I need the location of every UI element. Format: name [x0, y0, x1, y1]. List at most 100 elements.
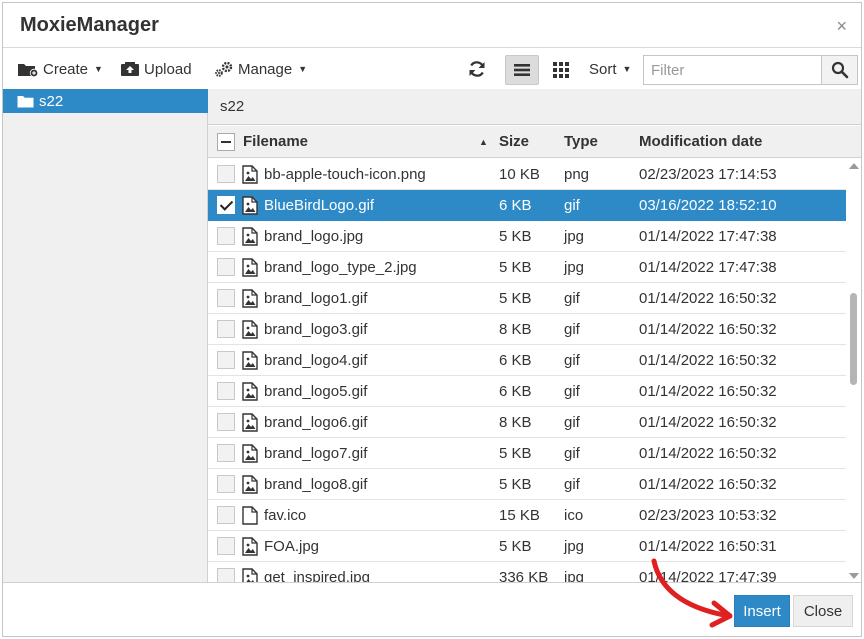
- row-checkbox[interactable]: [217, 196, 235, 214]
- file-size: 6 KB: [499, 197, 532, 214]
- row-checkbox[interactable]: [217, 227, 235, 245]
- table-row[interactable]: brand_logo_type_2.jpg 5 KB jpg 01/14/2022 1…: [208, 252, 846, 283]
- dialog-title: MoxieManager: [20, 14, 159, 36]
- file-name[interactable]: brand_logo4.gif: [264, 352, 367, 369]
- row-checkbox[interactable]: [217, 258, 235, 276]
- image-file-icon: [242, 289, 258, 308]
- table-row[interactable]: brand_logo7.gif 5 KB gif 01/14/2022 16:50:3…: [208, 438, 846, 469]
- table-row[interactable]: BlueBirdLogo.gif 6 KB gif 03/16/2022 18:52:…: [208, 190, 846, 221]
- file-name[interactable]: brand_logo6.gif: [264, 414, 367, 431]
- list-view-button[interactable]: [505, 55, 539, 85]
- file-size: 10 KB: [499, 166, 540, 183]
- file-date: 01/14/2022 16:50:32: [639, 383, 777, 400]
- image-file-icon: [242, 351, 258, 370]
- file-date: 02/23/2023 10:53:32: [639, 507, 777, 524]
- table-row[interactable]: brand_logo.jpg 5 KB jpg 01/14/2022 17:47:38: [208, 221, 846, 252]
- search-icon: [831, 61, 848, 79]
- row-checkbox[interactable]: [217, 413, 235, 431]
- create-button[interactable]: Create ▼: [17, 49, 103, 89]
- file-date: 02/23/2023 17:14:53: [639, 166, 777, 183]
- column-header-type[interactable]: Type: [564, 133, 598, 150]
- row-checkbox[interactable]: [217, 568, 235, 582]
- table-row[interactable]: fav.ico 15 KB ico 02/23/2023 10:53:32: [208, 500, 846, 531]
- folder-tree: s22: [3, 89, 208, 582]
- row-checkbox[interactable]: [217, 444, 235, 462]
- row-checkbox[interactable]: [217, 351, 235, 369]
- select-all-checkbox[interactable]: [217, 133, 235, 151]
- file-size: 6 KB: [499, 383, 532, 400]
- sort-ascending-icon: ▲: [479, 137, 488, 147]
- table-row[interactable]: brand_logo4.gif 6 KB gif 01/14/2022 16:50:3…: [208, 345, 846, 376]
- file-type: gif: [564, 352, 580, 369]
- chevron-down-icon: ▼: [622, 64, 632, 74]
- row-checkbox[interactable]: [217, 165, 235, 183]
- table-row[interactable]: brand_logo6.gif 8 KB gif 01/14/2022 16:50:3…: [208, 407, 846, 438]
- file-name[interactable]: get_inspired.jpg: [264, 569, 370, 582]
- upload-button[interactable]: Upload: [120, 49, 192, 89]
- file-date: 01/14/2022 17:47:38: [639, 259, 777, 276]
- row-checkbox[interactable]: [217, 320, 235, 338]
- sort-button[interactable]: Sort ▼: [589, 49, 631, 89]
- row-checkbox[interactable]: [217, 475, 235, 493]
- file-name[interactable]: BlueBirdLogo.gif: [264, 197, 374, 214]
- table-row[interactable]: bb-apple-touch-icon.png 10 KB png 02/23/202…: [208, 159, 846, 190]
- file-list: bb-apple-touch-icon.png 10 KB png 02/23/202…: [208, 159, 846, 582]
- file-name[interactable]: brand_logo7.gif: [264, 445, 367, 462]
- column-header-date[interactable]: Modification date: [639, 133, 762, 150]
- column-header-filename[interactable]: Filename: [243, 133, 308, 150]
- file-name[interactable]: brand_logo3.gif: [264, 321, 367, 338]
- file-size: 15 KB: [499, 507, 540, 524]
- scroll-up-icon[interactable]: [849, 163, 859, 169]
- dialog-footer: Insert Close: [3, 582, 861, 636]
- file-date: 01/14/2022 17:47:38: [639, 228, 777, 245]
- close-button[interactable]: Close: [793, 595, 853, 627]
- close-icon[interactable]: ×: [836, 16, 847, 37]
- column-header-size[interactable]: Size: [499, 133, 529, 150]
- file-name[interactable]: brand_logo_type_2.jpg: [264, 259, 417, 276]
- file-name[interactable]: brand_logo8.gif: [264, 476, 367, 493]
- file-size: 5 KB: [499, 259, 532, 276]
- row-checkbox[interactable]: [217, 506, 235, 524]
- image-file-icon: [242, 196, 258, 215]
- file-size: 5 KB: [499, 290, 532, 307]
- refresh-icon: [469, 61, 485, 77]
- file-size: 5 KB: [499, 476, 532, 493]
- table-row[interactable]: brand_logo5.gif 6 KB gif 01/14/2022 16:50:3…: [208, 376, 846, 407]
- image-file-icon: [242, 568, 258, 582]
- insert-button[interactable]: Insert: [734, 595, 790, 627]
- filter-input[interactable]: [643, 55, 821, 85]
- table-row[interactable]: get_inspired.jpg 336 KB jpg 01/14/2022 17:4…: [208, 562, 846, 582]
- vertical-scrollbar[interactable]: [846, 159, 861, 582]
- file-name[interactable]: brand_logo.jpg: [264, 228, 363, 245]
- table-row[interactable]: brand_logo3.gif 8 KB gif 01/14/2022 16:50:3…: [208, 314, 846, 345]
- search-button[interactable]: [821, 55, 858, 85]
- folder-plus-icon: [18, 64, 39, 77]
- file-date: 01/14/2022 16:50:32: [639, 352, 777, 369]
- image-file-icon: [242, 382, 258, 401]
- row-checkbox[interactable]: [217, 382, 235, 400]
- file-type: gif: [564, 383, 580, 400]
- file-type: jpg: [564, 259, 585, 276]
- file-date: 01/14/2022 16:50:32: [639, 414, 777, 431]
- breadcrumb[interactable]: s22: [208, 89, 861, 125]
- gears-icon: [215, 61, 233, 77]
- table-row[interactable]: brand_logo1.gif 5 KB gif 01/14/2022 16:50:3…: [208, 283, 846, 314]
- scrollbar-thumb[interactable]: [850, 293, 857, 385]
- row-checkbox[interactable]: [217, 289, 235, 307]
- file-name[interactable]: fav.ico: [264, 507, 306, 524]
- file-name[interactable]: FOA.jpg: [264, 538, 319, 555]
- file-type: gif: [564, 445, 580, 462]
- thumbnail-view-button[interactable]: [544, 55, 578, 85]
- refresh-button[interactable]: [467, 49, 487, 89]
- sidebar-item-s22[interactable]: s22: [3, 89, 208, 113]
- file-name[interactable]: brand_logo5.gif: [264, 383, 367, 400]
- file-name[interactable]: brand_logo1.gif: [264, 290, 367, 307]
- folder-icon: [17, 96, 34, 108]
- scroll-down-icon[interactable]: [849, 573, 859, 579]
- manage-button[interactable]: Manage ▼: [214, 49, 307, 89]
- row-checkbox[interactable]: [217, 537, 235, 555]
- table-row[interactable]: FOA.jpg 5 KB jpg 01/14/2022 16:50:31: [208, 531, 846, 562]
- file-name[interactable]: bb-apple-touch-icon.png: [264, 166, 426, 183]
- sidebar-item-label: s22: [39, 92, 64, 110]
- table-row[interactable]: brand_logo8.gif 5 KB gif 01/14/2022 16:50:3…: [208, 469, 846, 500]
